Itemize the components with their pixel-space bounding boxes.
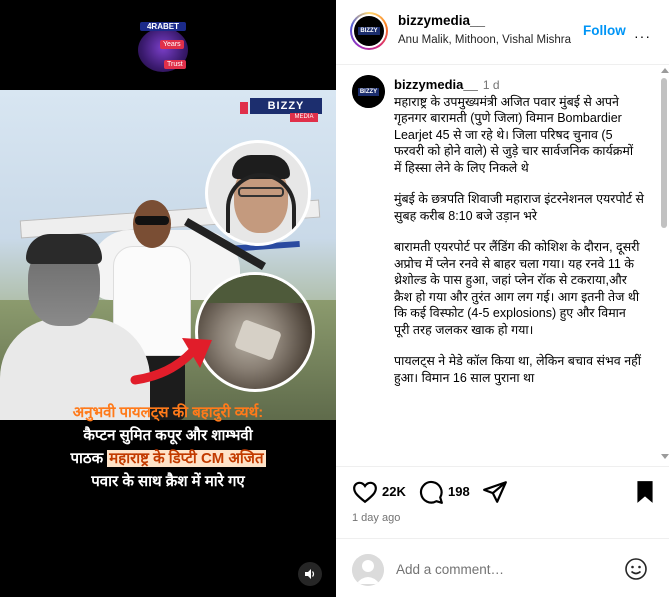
comment-count[interactable]: 198 (448, 484, 470, 499)
pilot-portrait-circle (205, 140, 311, 246)
caption-paragraph: मुंबई के छत्रपति शिवाजी महाराज इंटरनेशनल… (394, 192, 644, 223)
share-icon[interactable] (482, 479, 508, 505)
author-username[interactable]: bizzymedia__ (398, 13, 485, 28)
post-image: BIZZY MEDIA (0, 90, 336, 420)
audio-subtitle[interactable]: Anu Malik, Mithoon, Vishal Mishra (398, 34, 598, 46)
bizzy-media-logo: BIZZY MEDIA (240, 98, 322, 124)
caption-scrollbar[interactable] (659, 66, 669, 466)
more-options-button[interactable]: ··· (634, 28, 651, 44)
scrollbar-thumb[interactable] (661, 78, 667, 228)
scroll-up-arrow-icon[interactable] (661, 68, 669, 73)
add-comment-row (336, 538, 669, 597)
heart-icon[interactable] (352, 479, 378, 505)
red-arrow-icon (130, 338, 212, 385)
mute-toggle-button[interactable] (298, 562, 322, 586)
post-date: 1 day ago (352, 512, 401, 524)
comment-input[interactable] (396, 555, 616, 583)
user-avatar[interactable] (352, 554, 384, 586)
caption-text: bizzymedia__ 1 d महाराष्ट्र के उपमुख्यमंत्… (394, 77, 644, 385)
follow-button[interactable]: Follow (583, 23, 626, 38)
caption-avatar[interactable]: BIZZY (352, 75, 385, 108)
emoji-icon[interactable] (624, 557, 648, 581)
post-media[interactable]: 4RABET Years Trust BIZZY MEDIA अनुभवी पा… (0, 0, 336, 597)
caption-area: BIZZY bizzymedia__ 1 d महाराष्ट्र के उपमुख… (336, 66, 669, 466)
caption-paragraph: पायलट्स ने मेडे कॉल किया था, लेकिन बचाव … (394, 354, 642, 385)
like-count[interactable]: 22K (382, 484, 406, 499)
author-avatar[interactable]: BIZZY (350, 12, 388, 50)
scroll-down-arrow-icon[interactable] (661, 454, 669, 459)
headline-highlight: महाराष्ट्र के डिप्टी CM अजित (107, 450, 266, 467)
caption-time: 1 d (482, 78, 500, 92)
post-side-panel: BIZZY bizzymedia__ Anu Malik, Mithoon, V… (336, 0, 669, 597)
post-header: BIZZY bizzymedia__ Anu Malik, Mithoon, V… (336, 0, 669, 65)
default-avatar-icon (352, 554, 384, 586)
image-headline: अनुभवी पायलट्स की बहादुरी व्यर्थ: कैप्टन… (70, 404, 266, 490)
post-actions: 22K 198 1 day ago (336, 466, 669, 538)
speaker-icon (305, 569, 315, 579)
bookmark-icon[interactable] (632, 479, 658, 505)
sponsor-logo: 4RABET Years Trust (130, 22, 196, 76)
caption-username[interactable]: bizzymedia__ (394, 77, 478, 92)
politician-photo (0, 230, 150, 420)
comment-icon[interactable] (418, 479, 444, 505)
caption-paragraph: बारामती एयरपोर्ट पर लैंडिंग की कोशिश के … (394, 240, 640, 337)
